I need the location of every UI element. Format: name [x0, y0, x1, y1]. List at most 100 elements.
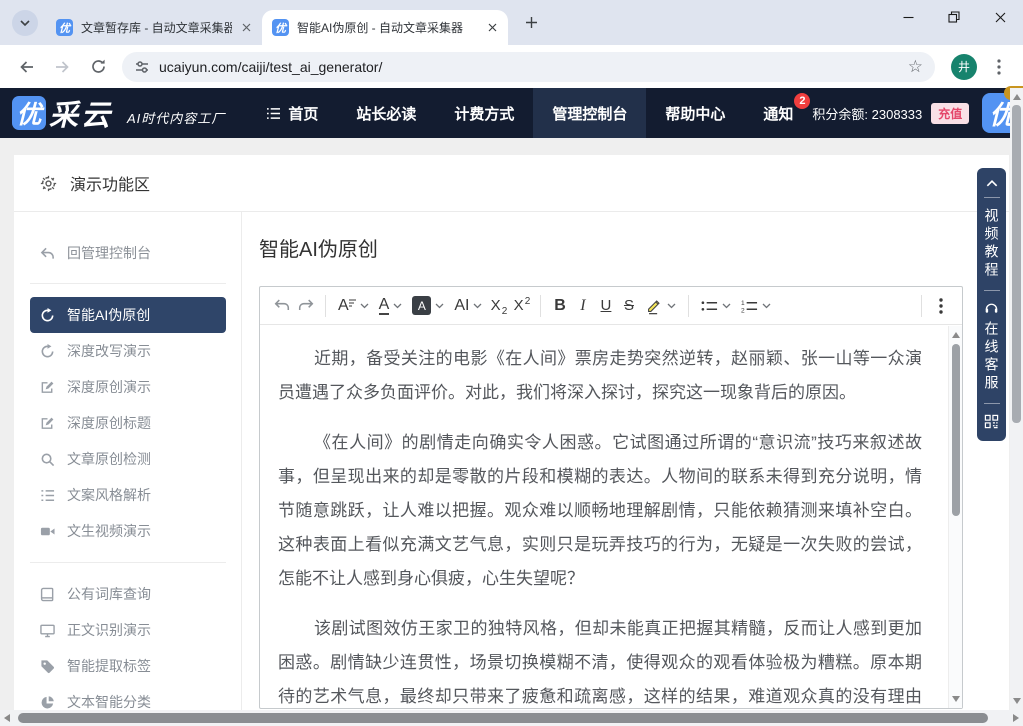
editor-content-area[interactable]: 近期，备受关注的电影《在人间》票房走势突然逆转，赵丽颖、张一山等一众演员遭遇了众… — [260, 325, 962, 707]
sidebar-item-extract-tags[interactable]: 智能提取标签 — [30, 648, 226, 684]
sidebar-item-ai-rewrite[interactable]: 智能AI伪原创 — [30, 297, 226, 333]
scroll-up-arrow[interactable] — [1013, 94, 1021, 100]
window-minimize-button[interactable] — [885, 0, 931, 34]
bookmark-star-icon[interactable]: ☆ — [908, 57, 923, 77]
online-service-button[interactable]: 在线客服 — [985, 321, 999, 393]
sidebar-item-label: 智能AI伪原创 — [67, 305, 150, 325]
highlighter-icon — [645, 297, 663, 315]
reload-button[interactable] — [82, 51, 114, 83]
video-tutorial-button[interactable]: 视频教程 — [985, 208, 999, 280]
refresh-icon — [40, 344, 55, 359]
sidebar-item-label: 文生视频演示 — [67, 521, 151, 541]
sidebar-item-style-analysis[interactable]: 文案风格解析 — [30, 477, 226, 513]
editor-scrollbar — [948, 326, 962, 708]
vertical-scrollbar-thumb[interactable] — [1012, 105, 1021, 423]
nav-item-label: 站长必读 — [356, 103, 416, 124]
headset-icon — [984, 301, 999, 315]
window-restore-button[interactable] — [931, 0, 977, 34]
redo-button[interactable] — [294, 293, 318, 319]
sidebar-item-lexicon-query[interactable]: 公有词库查询 — [30, 576, 226, 612]
scroll-down-arrow[interactable] — [952, 696, 960, 702]
url-omnibox[interactable]: ucaiyun.com/caiji/test_ai_generator/ ☆ — [122, 52, 935, 82]
tab-close-icon[interactable] — [484, 20, 500, 36]
browser-menu-kebab-icon[interactable] — [987, 51, 1011, 83]
tab-close-icon[interactable] — [238, 20, 254, 36]
highlight-dropdown[interactable] — [640, 293, 681, 319]
sidebar-item-text-to-video[interactable]: 文生视频演示 — [30, 513, 226, 549]
sidebar-item-deep-rewrite[interactable]: 深度改写演示 — [30, 333, 226, 369]
scroll-right-arrow[interactable] — [1013, 714, 1019, 722]
bold-button[interactable]: B — [548, 293, 571, 319]
sidebar-item-original-title[interactable]: 深度原创标题 — [30, 405, 226, 441]
ordered-list-dropdown[interactable]: 12 — [736, 293, 776, 319]
font-color-dropdown[interactable]: A — [374, 293, 408, 319]
strikethrough-button[interactable]: S — [617, 293, 640, 319]
nav-item-label: 首页 — [288, 103, 318, 124]
edit-icon — [40, 380, 55, 395]
browser-tab-2-active[interactable]: 优 智能AI伪原创 - 自动文章采集器 — [262, 10, 508, 45]
nav-item-home[interactable]: 首页 — [247, 88, 337, 138]
qr-code-icon[interactable] — [984, 414, 999, 429]
toolbar-separator — [325, 295, 326, 317]
demo-sidebar: 回管理控制台 智能AI伪原创 深度改写演示 深度原创演示 深度原创标题 文 — [14, 212, 241, 725]
undo-button[interactable] — [270, 293, 294, 319]
search-icon — [40, 452, 55, 467]
italic-button[interactable]: I — [571, 293, 594, 319]
ordered-list-icon: 12 — [741, 299, 758, 313]
reply-arrow-icon — [40, 246, 55, 261]
chevron-down-icon — [667, 303, 676, 309]
nav-item-help[interactable]: 帮助中心 — [646, 88, 744, 138]
scroll-up-arrow[interactable] — [952, 332, 960, 338]
sidebar-divider — [30, 562, 226, 563]
card-header: 演示功能区 — [14, 155, 1009, 212]
new-tab-button[interactable] — [518, 9, 544, 35]
letter-case-dropdown[interactable]: AI — [449, 293, 487, 319]
back-button[interactable] — [10, 51, 42, 83]
sidebar-item-originality-check[interactable]: 文章原创检测 — [30, 441, 226, 477]
superscript-button[interactable]: X2 — [510, 293, 533, 319]
subscript-button[interactable]: X2 — [487, 293, 510, 319]
scroll-left-arrow[interactable] — [4, 714, 10, 722]
gear-icon — [40, 175, 57, 192]
letter-case-label: AI — [454, 297, 469, 315]
content-title: 智能AI伪原创 — [259, 236, 963, 264]
editor-paragraph: 《在人间》的剧情走向确实令人困惑。它试图通过所谓的“意识流”技巧来叙述故事，但呈… — [278, 426, 922, 596]
nav-item-pricing[interactable]: 计费方式 — [435, 88, 533, 138]
site-settings-icon[interactable] — [134, 59, 150, 75]
nav-item-notifications[interactable]: 通知 2 — [744, 88, 812, 138]
toolbar-separator — [688, 295, 689, 317]
sidebar-item-label: 文本智能分类 — [67, 692, 151, 712]
recharge-button[interactable]: 充值 — [931, 103, 969, 124]
chevron-down-icon — [762, 303, 771, 309]
sidebar-item-label: 文案风格解析 — [67, 485, 151, 505]
font-size-dropdown[interactable]: A — [333, 293, 374, 319]
fill-color-label: A — [412, 296, 431, 315]
fill-color-dropdown[interactable]: A — [407, 293, 449, 319]
logo-badge: 优 — [12, 96, 46, 130]
sidebar-item-deep-original[interactable]: 深度原创演示 — [30, 369, 226, 405]
nav-item-must-read[interactable]: 站长必读 — [337, 88, 435, 138]
browser-profile-avatar[interactable]: 井 — [951, 54, 977, 80]
svg-text:1: 1 — [741, 300, 745, 307]
horizontal-scrollbar — [0, 710, 1023, 726]
font-color-label: A — [379, 296, 390, 315]
scroll-down-arrow[interactable] — [1013, 698, 1021, 704]
tab-search-button[interactable] — [12, 10, 38, 36]
editor-toolbar: A A A AI X2 — [260, 287, 962, 325]
horizontal-scrollbar-thumb[interactable] — [18, 713, 988, 723]
window-close-button[interactable] — [977, 0, 1023, 34]
underline-button[interactable]: U — [594, 293, 617, 319]
url-text[interactable]: ucaiyun.com/caiji/test_ai_generator/ — [159, 59, 900, 75]
browser-tab-1[interactable]: 优 文章暂存库 - 自动文章采集器-伪 — [46, 10, 262, 45]
chevron-down-icon — [473, 303, 482, 309]
sidebar-item-body-recognition[interactable]: 正文识别演示 — [30, 612, 226, 648]
sidebar-back-to-console[interactable]: 回管理控制台 — [30, 236, 226, 270]
points-balance: 积分余额: 2308333 — [812, 104, 922, 123]
chevron-up-icon[interactable] — [986, 180, 998, 187]
nav-item-console[interactable]: 管理控制台 — [533, 88, 646, 138]
more-options-kebab-icon[interactable] — [929, 293, 952, 319]
bullet-list-dropdown[interactable] — [696, 293, 736, 319]
editor-scrollbar-thumb[interactable] — [952, 344, 960, 516]
site-logo[interactable]: 优 采云 — [12, 92, 113, 134]
forward-button[interactable] — [46, 51, 78, 83]
